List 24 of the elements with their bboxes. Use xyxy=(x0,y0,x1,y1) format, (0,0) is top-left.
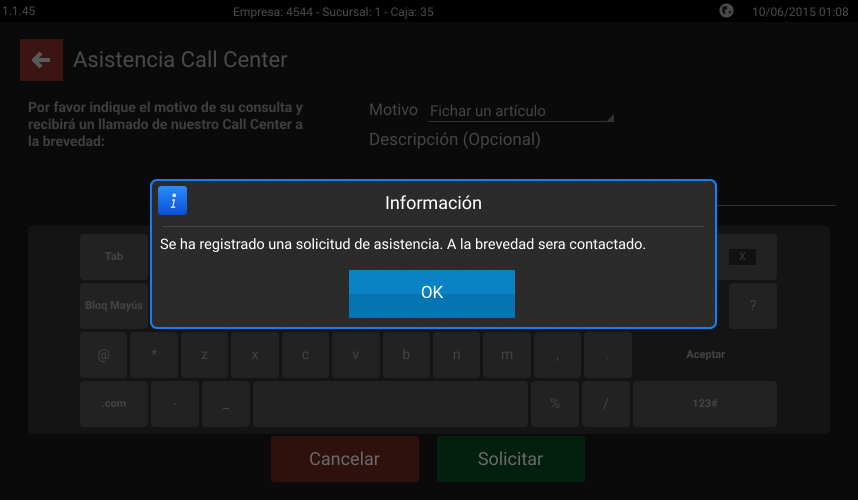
keyboard-key[interactable]: . xyxy=(584,332,632,378)
back-arrow-icon xyxy=(32,50,52,70)
ok-button[interactable]: OK xyxy=(349,270,515,318)
company-info: Empresa: 4544 - Sucursal: 1 - Caja: 35 xyxy=(233,4,434,21)
dropdown-corner-icon xyxy=(606,114,614,121)
datetime-text: 10/06/2015 01:08 xyxy=(752,4,849,21)
keyboard-key[interactable]: % xyxy=(531,381,579,427)
motivo-dropdown[interactable]: Fichar un artículo xyxy=(428,100,614,122)
keyboard-key[interactable]: * xyxy=(130,332,178,378)
globe-icon xyxy=(719,3,734,18)
dialog-message: Se ha registrado una solicitud de asistencia. A la brevedad sera contactado. xyxy=(160,235,648,255)
confirm-button[interactable]: Solicitar xyxy=(436,436,584,482)
page-title: Asistencia Call Center xyxy=(73,46,288,74)
cancel-button[interactable]: Cancelar xyxy=(270,436,418,482)
keyboard-key[interactable]: _ xyxy=(202,381,250,427)
info-icon xyxy=(158,186,187,215)
back-button[interactable] xyxy=(20,39,63,81)
keyboard-key[interactable]: ? xyxy=(729,283,777,329)
keyboard-key[interactable]: , xyxy=(534,332,582,378)
keyboard-key[interactable]: - xyxy=(151,381,199,427)
field-label: Motivo xyxy=(369,99,418,121)
keyboard-key[interactable]: / xyxy=(582,381,630,427)
keyboard-key[interactable]: @ xyxy=(80,332,128,378)
version-text: 1.1.45 xyxy=(2,3,36,20)
